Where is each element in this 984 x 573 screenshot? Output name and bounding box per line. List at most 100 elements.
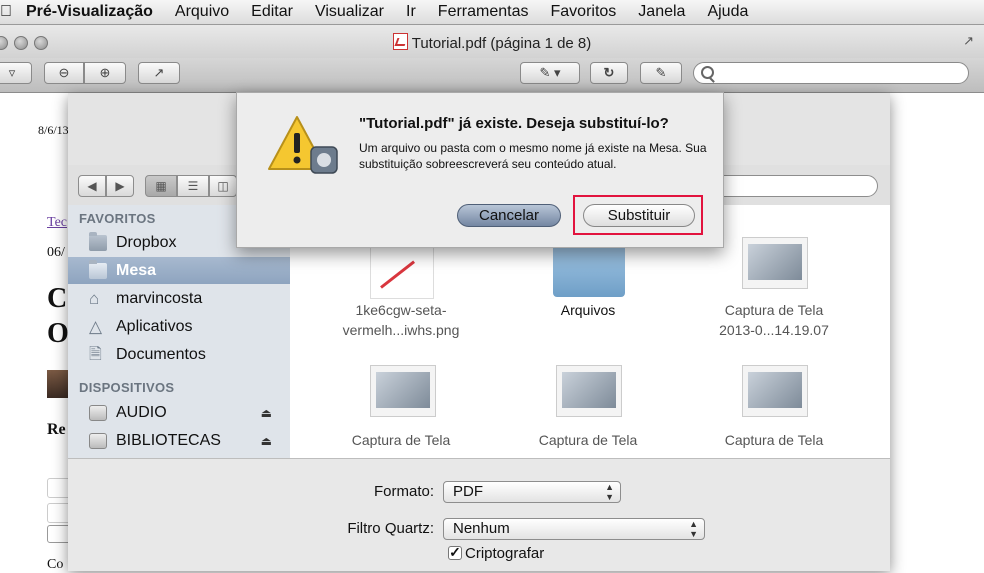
sheet-search-field[interactable]	[708, 175, 878, 197]
sidebar-item-documentos[interactable]: 🗎 Documentos	[68, 341, 290, 368]
applications-icon: △	[89, 316, 103, 336]
window-title: Tutorial.pdf (página 1 de 8)	[0, 33, 984, 52]
icon-view-button[interactable]: ▦	[145, 175, 177, 197]
popup-arrows-icon: ▲ ▼	[689, 519, 698, 539]
quartz-filter-value: Nenhum	[453, 520, 510, 537]
doc-heading-2: O	[47, 318, 69, 349]
sidebar-item-marvincosta[interactable]: ⌂ marvincosta	[68, 285, 290, 312]
pdf-file-icon	[392, 33, 408, 50]
format-label: Formato:	[373, 483, 434, 500]
quartz-filter-label: Filtro Quartz:	[347, 520, 434, 537]
zoom-in-icon: ⊕	[99, 65, 111, 80]
window-titlebar: Tutorial.pdf (página 1 de 8) ↗	[0, 25, 984, 58]
window-title-text: Tutorial.pdf (página 1 de 8)	[411, 35, 592, 52]
edit-button[interactable]: ✎	[640, 62, 682, 84]
search-icon	[701, 66, 714, 79]
columns-icon: ◫	[217, 179, 229, 193]
fullscreen-icon[interactable]: ↗	[963, 33, 974, 49]
menu-janela[interactable]: Janela	[627, 3, 696, 21]
view-menu-icon: ▿	[8, 65, 16, 80]
forward-arrow-icon: ▶	[115, 179, 125, 193]
rotate-icon: ↻	[603, 65, 615, 80]
toolbar: ▿ ⊖ ⊕ ↗ ✎ ▾ ↻ ✎	[0, 58, 984, 93]
zoom-out-icon: ⊖	[58, 65, 70, 80]
annotate-button[interactable]: ✎ ▾	[520, 62, 580, 84]
folder-icon	[89, 231, 107, 251]
column-view-button[interactable]: ◫	[209, 175, 237, 197]
zoom-in-button[interactable]: ⊕	[84, 62, 126, 84]
menu-favoritos[interactable]: Favoritos	[540, 3, 628, 21]
edit-icon: ✎	[655, 65, 667, 80]
drive-icon	[89, 432, 107, 449]
desktop-folder-icon	[89, 259, 107, 279]
encrypt-checkbox[interactable]: ✓	[448, 545, 462, 560]
search-field[interactable]	[693, 62, 969, 84]
sidebar-item-label: Documentos	[116, 345, 206, 363]
sidebar-item-aplicativos[interactable]: △ Aplicativos	[68, 313, 290, 340]
sidebar-item-audio[interactable]: AUDIO ⏏	[68, 399, 290, 426]
highlight-box	[573, 195, 703, 235]
menu-editar[interactable]: Editar	[240, 3, 304, 21]
home-icon: ⌂	[89, 288, 100, 308]
sidebar-item-label: Aplicativos	[116, 317, 193, 335]
documents-folder-icon: 🗎	[89, 345, 102, 363]
menu-arquivo[interactable]: Arquivo	[164, 3, 240, 21]
file-label: 1ke6cgw-seta-vermelh...iwhs.png	[342, 302, 460, 338]
favorites-header: FAVORITOS	[79, 211, 156, 226]
pen-icon: ✎ ▾	[539, 65, 561, 80]
file-label: Captura de Tela 2013-0...14.19.07	[719, 302, 829, 338]
format-popup[interactable]: PDF ▲ ▼	[443, 481, 621, 503]
file-label: Captura de Tela	[724, 432, 824, 448]
forward-button[interactable]: ▶	[106, 175, 134, 197]
sidebar-item-label: Mesa	[116, 261, 157, 279]
doc-body-text: Co	[47, 557, 64, 572]
sidebar-item-label: marvincosta	[116, 289, 203, 307]
grid-icon: ▦	[155, 179, 167, 193]
back-button[interactable]: ◀	[78, 175, 106, 197]
file-item-screenshot[interactable]	[556, 365, 622, 417]
popup-arrows-icon: ▲ ▼	[605, 482, 614, 502]
menu-ferramentas[interactable]: Ferramentas	[427, 3, 540, 21]
doc-link[interactable]: Tec	[47, 215, 67, 231]
doc-subheading: Re	[47, 421, 66, 438]
menu-app-name[interactable]: Pré-Visualização	[22, 3, 164, 21]
file-item-screenshot[interactable]	[370, 365, 436, 417]
eject-icon[interactable]: ⏏	[261, 406, 272, 420]
alert-title: "Tutorial.pdf" já existe. Deseja substit…	[359, 115, 669, 132]
menu-visualizar[interactable]: Visualizar	[304, 3, 395, 21]
doc-heading-1: C	[47, 283, 68, 314]
file-label: Arquivos	[560, 302, 616, 318]
rotate-button[interactable]: ↻	[590, 62, 628, 84]
doc-date-2: 06/	[47, 245, 65, 260]
list-icon: ☰	[187, 179, 199, 193]
share-icon: ↗	[153, 65, 165, 80]
file-item-screenshot[interactable]	[742, 237, 808, 289]
menu-ajuda[interactable]: Ajuda	[696, 3, 759, 21]
cancel-button[interactable]: Cancelar	[457, 204, 561, 227]
apple-menu-icon[interactable]: 	[0, 3, 22, 21]
sidebar-item-bibliotecas[interactable]: BIBLIOTECAS ⏏	[68, 427, 290, 454]
doc-date: 8/6/13	[38, 123, 69, 137]
list-view-button[interactable]: ☰	[177, 175, 209, 197]
warning-icon	[268, 116, 338, 174]
back-arrow-icon: ◀	[87, 179, 97, 193]
sidebar-item-label: BIBLIOTECAS	[116, 431, 221, 449]
share-button[interactable]: ↗	[138, 62, 180, 84]
menu-ir[interactable]: Ir	[395, 3, 427, 21]
replace-alert-dialog: "Tutorial.pdf" já existe. Deseja substit…	[236, 92, 724, 248]
encrypt-label: Criptografar	[465, 545, 545, 562]
sidebar-item-label: AUDIO	[116, 403, 167, 421]
eject-icon[interactable]: ⏏	[261, 434, 272, 448]
sidebar-view-button[interactable]: ▿	[0, 62, 32, 84]
author-avatar	[47, 370, 68, 398]
quartz-filter-popup[interactable]: Nenhum ▲ ▼	[443, 518, 705, 540]
zoom-out-button[interactable]: ⊖	[44, 62, 84, 84]
format-value: PDF	[453, 483, 483, 500]
sidebar-item-mesa[interactable]: Mesa	[68, 257, 290, 284]
file-item-screenshot[interactable]	[742, 365, 808, 417]
red-arrow-icon	[380, 260, 416, 289]
drive-icon	[89, 404, 107, 421]
sidebar-item-label: Dropbox	[116, 233, 177, 251]
alert-message: Um arquivo ou pasta com o mesmo nome já …	[359, 141, 707, 171]
devices-header: DISPOSITIVOS	[79, 380, 175, 395]
